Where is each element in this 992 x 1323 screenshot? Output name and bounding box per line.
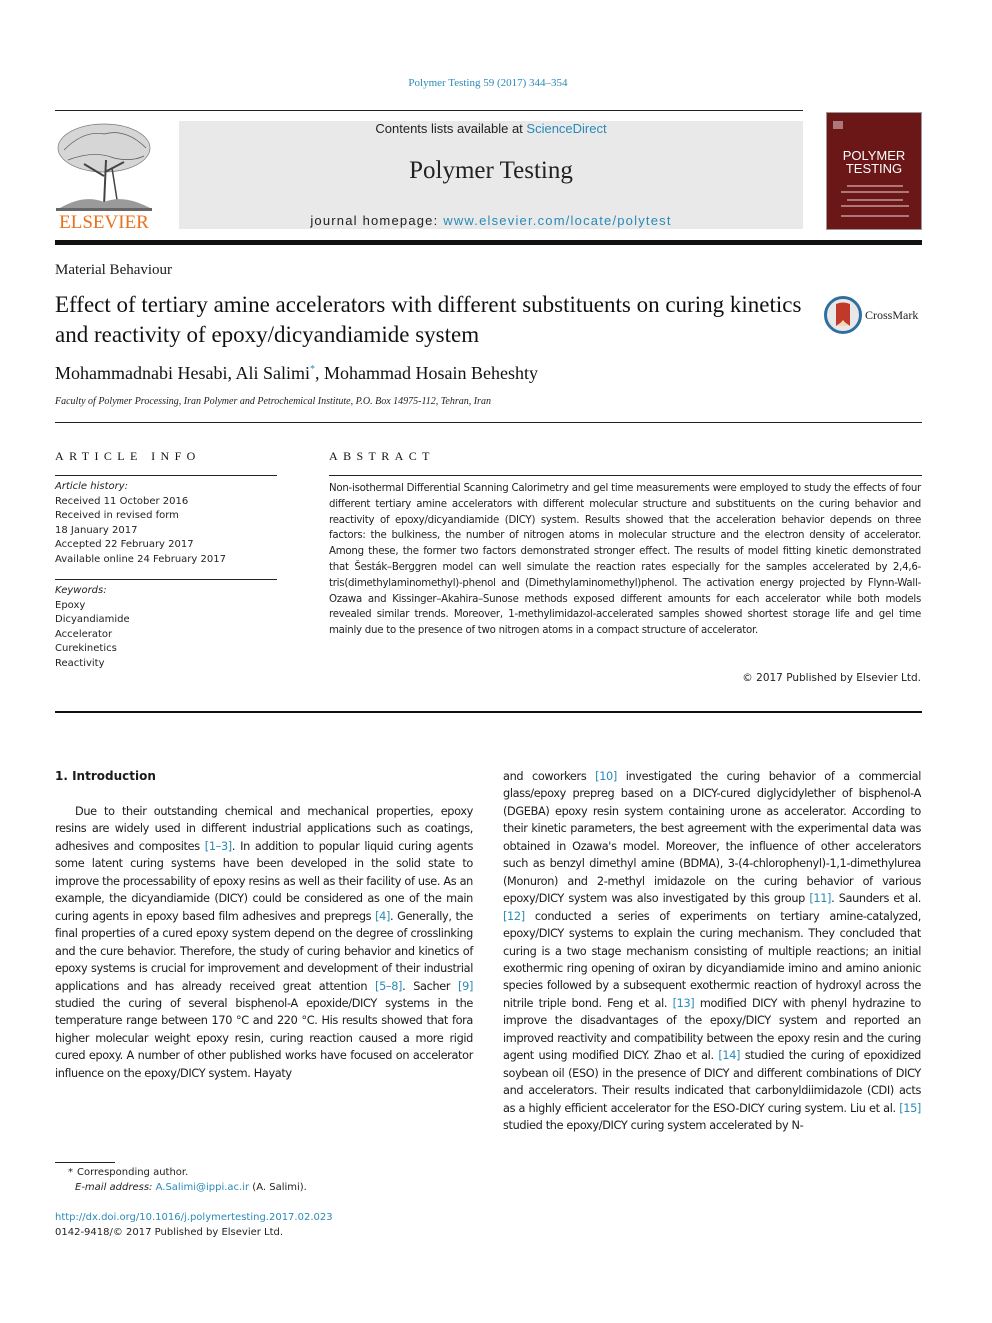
history-item: Received in revised form [55, 510, 179, 521]
history-item: 18 January 2017 [55, 524, 138, 536]
front-matter-rule [55, 711, 922, 713]
section-label: Material Behaviour [55, 262, 173, 278]
keywords: Keywords: Epoxy Dicyandiamide Accelerato… [55, 584, 130, 671]
body-text: studied the epoxy/DICY curing system acc… [503, 1119, 804, 1133]
article-history: Article history: Received 11 October 201… [55, 480, 226, 567]
contents-line: Contents lists available at ScienceDirec… [179, 121, 803, 136]
keywords-rule [55, 579, 277, 580]
citation-link[interactable]: [5–8] [375, 980, 402, 993]
citation-link[interactable]: [12] [503, 910, 525, 923]
introduction-right-column: and coworkers [10] investigated the curi… [503, 768, 921, 1135]
keywords-label: Keywords: [55, 585, 107, 596]
history-item: Accepted 22 February 2017 [55, 539, 194, 550]
affiliation: Faculty of Polymer Processing, Iran Poly… [55, 396, 491, 407]
journal-homepage-link[interactable]: www.elsevier.com/locate/polytest [443, 213, 671, 228]
journal-banner: Contents lists available at ScienceDirec… [179, 121, 803, 229]
history-item: Received 11 October 2016 [55, 495, 189, 507]
citation-link[interactable]: [4] [375, 910, 390, 923]
abstract-heading: ABSTRACT [329, 449, 435, 463]
header-thick-rule [55, 240, 922, 245]
crossmark-label: CrossMark [865, 308, 919, 322]
journal-title: Polymer Testing [409, 157, 573, 184]
email-suffix: (A. Salimi). [249, 1182, 307, 1193]
abstract-copyright: © 2017 Published by Elsevier Ltd. [742, 672, 921, 684]
history-item: Available online 24 February 2017 [55, 553, 226, 565]
header-rule [55, 110, 803, 111]
footnotes: * Corresponding author. E-mail address: A… [55, 1165, 307, 1195]
elsevier-tree-icon [56, 123, 152, 211]
body-text: . Sacher [402, 979, 459, 993]
abstract-text: Non-isothermal Differential Scanning Cal… [329, 483, 921, 637]
journal-cover-thumbnail[interactable]: POLYMER TESTING [826, 112, 922, 230]
keyword: Epoxy [55, 599, 86, 611]
cover-title-line2: TESTING [845, 161, 903, 176]
cover-detail-line [841, 205, 909, 207]
article-info-heading: ARTICLE INFO [55, 449, 201, 463]
keyword: Reactivity [55, 657, 105, 669]
author-email-link[interactable]: A.Salimi@ippi.ac.ir [156, 1182, 250, 1193]
citation-link[interactable]: [13] [673, 997, 695, 1010]
author-name: Ali Salimi [235, 363, 310, 383]
keyword: Dicyandiamide [55, 614, 130, 625]
author-list: Mohammadnabi Hesabi, Ali Salimi*, Mohamm… [55, 363, 538, 384]
title-rule [55, 422, 922, 423]
corresponding-author-footnote: * Corresponding author. [55, 1165, 307, 1180]
keyword: Curekinetics [55, 643, 117, 654]
citation-link[interactable]: [1–3] [205, 840, 232, 853]
body-text: . Saunders et al. [831, 892, 921, 906]
issn-line: 0142-9418/© 2017 Published by Elsevier L… [55, 1227, 284, 1238]
cover-logo-mark [833, 121, 843, 129]
introduction-left-column: Due to their outstanding chemical and me… [55, 803, 473, 1082]
body-text: studied the curing of several bisphenol-… [55, 996, 473, 1080]
elsevier-logo[interactable]: ELSEVIER [54, 120, 154, 233]
homepage-line: journal homepage: www.elsevier.com/locat… [179, 213, 803, 228]
crossmark-button[interactable]: CrossMark [824, 296, 924, 336]
author-name: Mohammadnabi Hesabi, [55, 363, 236, 383]
introduction-heading: 1. Introduction [55, 769, 156, 783]
body-text: conducted a series of experiments on ter… [503, 909, 921, 1010]
body-text: investigated the curing behavior of a co… [503, 770, 921, 906]
article-info-rule [55, 475, 277, 476]
body-text: and coworkers [503, 770, 596, 783]
keyword: Accelerator [55, 628, 113, 640]
citation-link[interactable]: [10] [595, 770, 617, 783]
citation-link[interactable]: [11] [809, 892, 831, 905]
cover-detail-line [847, 199, 903, 201]
footnote-star: * [68, 1167, 73, 1178]
crossmark-icon [824, 296, 862, 334]
cover-detail-line [841, 191, 909, 193]
cover-title: POLYMER TESTING [827, 149, 921, 175]
cover-detail-line [847, 185, 903, 187]
footnote-rule [55, 1162, 115, 1163]
email-footnote: E-mail address: A.Salimi@ippi.ac.ir (A. … [55, 1180, 307, 1195]
email-label: E-mail address: [75, 1182, 156, 1193]
homepage-prefix: journal homepage: [310, 213, 444, 228]
citation-link[interactable]: [14] [718, 1049, 740, 1062]
journal-reference-link[interactable]: Polymer Testing 59 (2017) 344–354 [0, 77, 976, 89]
citation-link[interactable]: [15] [899, 1102, 921, 1115]
article-history-label: Article history: [55, 481, 129, 492]
doi-link[interactable]: http://dx.doi.org/10.1016/j.polymertesti… [55, 1212, 333, 1223]
author-name: , Mohammad Hosain Beheshty [314, 363, 538, 383]
corresponding-author-text: Corresponding author. [77, 1167, 189, 1178]
sciencedirect-link[interactable]: ScienceDirect [526, 121, 606, 136]
cover-detail-line [841, 215, 909, 217]
citation-link[interactable]: [9] [458, 980, 473, 993]
article-title: Effect of tertiary amine accelerators wi… [55, 292, 802, 347]
elsevier-wordmark: ELSEVIER [59, 212, 149, 233]
doi-block: http://dx.doi.org/10.1016/j.polymertesti… [55, 1210, 333, 1240]
contents-prefix: Contents lists available at [375, 121, 527, 136]
abstract-rule [329, 475, 922, 476]
